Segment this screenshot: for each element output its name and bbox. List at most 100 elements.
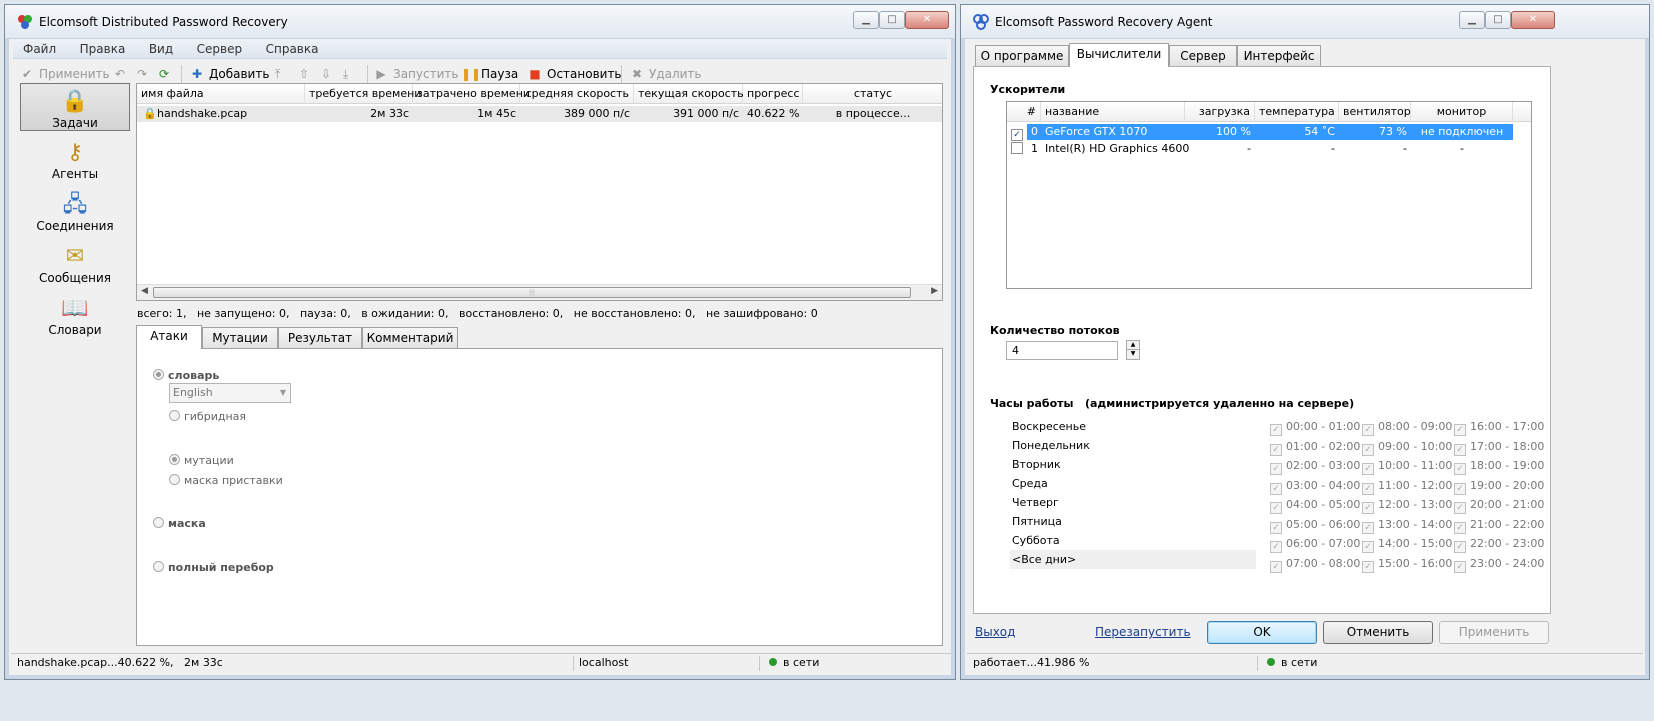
spin-down-icon[interactable]: ▼ [1126,350,1140,360]
move-top-icon[interactable]: ⤒ [275,64,280,84]
sidebar-item-dictionaries[interactable]: 📖 Словари [20,291,130,339]
hour-checkbox[interactable]: ✓ 20:00 - 21:00 [1454,495,1544,514]
close-button[interactable]: ✕ [1511,11,1555,29]
mask-radio[interactable]: маска [153,517,206,530]
col-spent[interactable]: затрачено времени [413,84,530,104]
title-bar[interactable]: Elcomsoft Distributed Password Recovery … [5,5,955,39]
tab-server[interactable]: Сервер [1169,45,1237,67]
col-num[interactable]: # [1007,102,1041,122]
menu-edit[interactable]: Правка [70,40,136,56]
list-item[interactable]: Понедельник [1010,436,1256,455]
col-file[interactable]: имя файла [137,84,305,104]
hour-checkbox[interactable]: ✓ 23:00 - 24:00 [1454,554,1544,573]
row-checkbox[interactable] [1011,142,1027,155]
scroll-left-icon[interactable]: ◀ [141,286,148,296]
scroll-thumb[interactable]: ⦙⦙⦙ [153,287,911,298]
hour-checkbox[interactable]: ✓ 17:00 - 18:00 [1454,437,1544,456]
hour-checkbox[interactable]: ✓ 18:00 - 19:00 [1454,456,1544,475]
hour-checkbox[interactable]: ✓ 13:00 - 14:00 [1362,515,1452,534]
dictionary-radio[interactable]: словарь [153,369,219,382]
threads-input[interactable]: 4 [1006,341,1118,360]
apply-button[interactable]: ✔ Применить [19,64,110,84]
horizontal-scrollbar[interactable]: ◀ ⦙⦙⦙ ▶ [137,284,942,300]
hour-checkbox[interactable]: ✓ 21:00 - 22:00 [1454,515,1544,534]
list-item[interactable]: Воскресенье [1010,417,1256,436]
delete-button[interactable]: ✖ Удалить [629,64,702,84]
col-name[interactable]: название [1041,102,1185,122]
pause-button[interactable]: ❚❚Пауза [461,64,518,84]
sidebar-item-tasks[interactable]: 🔒 Задачи [20,83,130,131]
hour-checkbox[interactable]: ✓ 03:00 - 04:00 [1270,476,1360,495]
redo-icon[interactable]: ↷ [137,64,147,84]
menu-view[interactable]: Вид [139,40,183,56]
maximize-button[interactable]: □ [1485,11,1511,29]
sidebar-item-connections[interactable]: 🖧 Соединения [20,187,130,235]
move-bottom-icon[interactable]: ⤓ [343,64,348,84]
col-cur[interactable]: текущая скорость [634,84,744,104]
hour-checkbox[interactable]: ✓ 04:00 - 05:00 [1270,495,1360,514]
start-button[interactable]: ▶ Запустить [373,64,458,84]
prefix-mask-radio[interactable]: маска приставки [169,474,283,487]
days-list[interactable]: Воскресенье Понедельник Вторник Среда Че… [1010,417,1258,573]
cancel-button[interactable]: Отменить [1323,621,1433,644]
minimize-button[interactable]: ▁ [1459,11,1485,29]
close-button[interactable]: ✕ [905,11,949,29]
tab-attacks[interactable]: Атаки [136,325,202,349]
move-down-icon[interactable]: ⇩ [321,64,331,84]
hour-checkbox[interactable]: ✓ 16:00 - 17:00 [1454,417,1544,436]
hour-checkbox[interactable]: ✓ 07:00 - 08:00 [1270,554,1360,573]
sidebar-item-agents[interactable]: ⚷ Агенты [20,135,130,183]
list-item[interactable]: Четверг [1010,493,1256,512]
hour-checkbox[interactable]: ✓ 19:00 - 20:00 [1454,476,1544,495]
list-item[interactable]: Среда [1010,474,1256,493]
sidebar-item-messages[interactable]: ✉ Сообщения [20,239,130,287]
hour-checkbox[interactable]: ✓ 08:00 - 09:00 [1362,417,1452,436]
minimize-button[interactable]: ▁ [853,11,879,29]
list-item[interactable]: Вторник [1010,455,1256,474]
tab-devices[interactable]: Вычислители [1069,43,1169,67]
col-monitor[interactable]: монитор [1411,102,1513,122]
move-up-icon[interactable]: ⇧ [299,64,309,84]
title-bar[interactable]: Elcomsoft Password Recovery Agent ▁ □ ✕ [961,5,1649,39]
apply-button[interactable]: Применить [1439,621,1549,644]
hour-checkbox[interactable]: ✓ 05:00 - 06:00 [1270,515,1360,534]
col-required[interactable]: требуется времени [305,84,421,104]
tab-about[interactable]: О программе [975,45,1069,67]
col-progress[interactable]: прогресс [743,84,803,104]
hour-checkbox[interactable]: ✓ 12:00 - 13:00 [1362,495,1452,514]
stop-button[interactable]: ■ Остановить [527,64,621,84]
menu-file[interactable]: Файл [13,40,66,56]
col-load[interactable]: загрузка [1185,102,1255,122]
language-select[interactable]: English ▼ [169,383,291,403]
menu-server[interactable]: Сервер [187,40,252,56]
scroll-right-icon[interactable]: ▶ [931,286,938,296]
col-fan[interactable]: вентилятор [1339,102,1411,122]
col-temp[interactable]: температура [1255,102,1339,122]
hour-checkbox[interactable]: ✓ 14:00 - 15:00 [1362,534,1452,553]
col-status[interactable]: статус [803,84,943,104]
hour-checkbox[interactable]: ✓ 22:00 - 23:00 [1454,534,1544,553]
ok-button[interactable]: OK [1207,621,1317,644]
hour-checkbox[interactable]: ✓ 11:00 - 12:00 [1362,476,1452,495]
tab-interface[interactable]: Интерфейс [1237,45,1321,67]
spin-up-icon[interactable]: ▲ [1126,340,1140,350]
list-item-all-days[interactable]: <Все дни> [1010,550,1256,569]
restart-link[interactable]: Перезапустить [1095,625,1191,639]
tab-comment[interactable]: Комментарий [362,327,458,349]
row-checkbox[interactable]: ✓ [1011,125,1027,141]
tab-mutations[interactable]: Мутации [202,327,278,349]
col-avg[interactable]: средняя скорость [520,84,634,104]
refresh-icon[interactable]: ⟳ [159,64,169,84]
maximize-button[interactable]: □ [879,11,905,29]
hour-checkbox[interactable]: ✓ 10:00 - 11:00 [1362,456,1452,475]
add-button[interactable]: ✚ Добавить [189,64,269,84]
table-row[interactable]: 🔒 handshake.pcap 2м 33с 1м 45с 389 000 п… [137,106,942,122]
hour-checkbox[interactable]: ✓ 02:00 - 03:00 [1270,456,1360,475]
list-item[interactable]: Суббота [1010,531,1256,550]
hour-checkbox[interactable]: ✓ 01:00 - 02:00 [1270,437,1360,456]
hour-checkbox[interactable]: ✓ 09:00 - 10:00 [1362,437,1452,456]
hybrid-radio[interactable]: гибридная [169,410,246,423]
menu-help[interactable]: Справка [256,40,329,56]
threads-spinner[interactable]: ▲ ▼ [1126,340,1140,361]
brute-force-radio[interactable]: полный перебор [153,561,274,574]
